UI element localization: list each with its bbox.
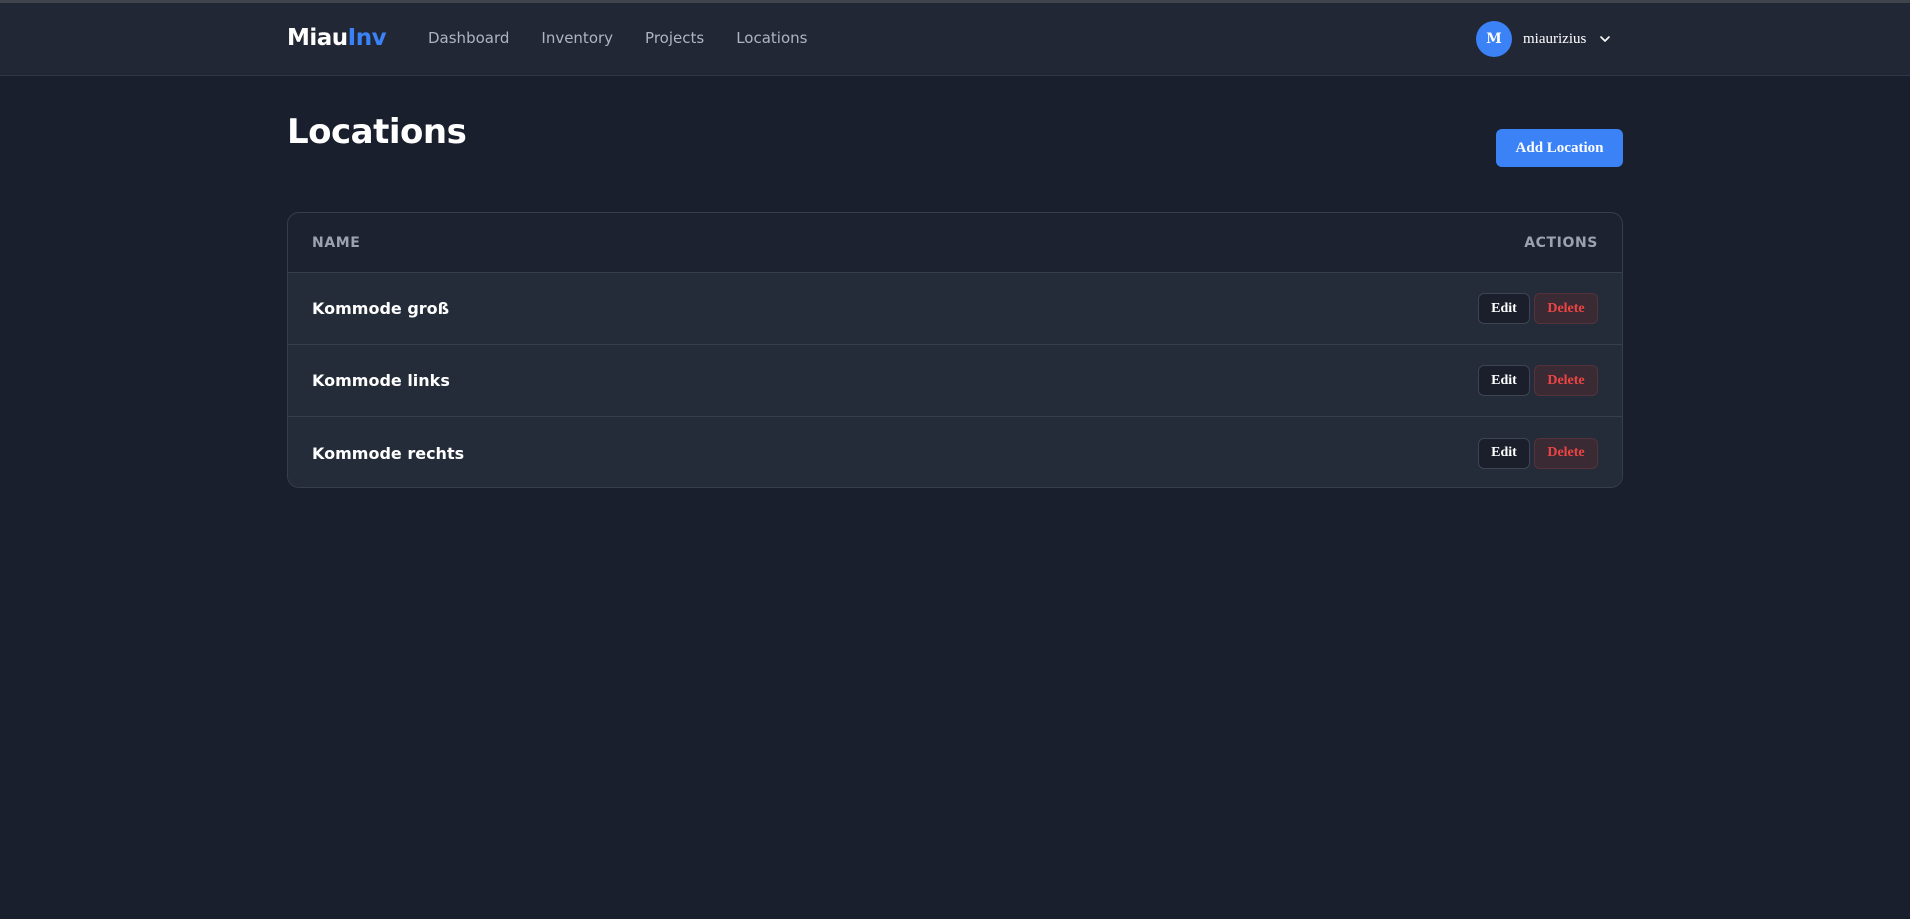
table-row: Kommode groß Edit Delete — [288, 273, 1622, 345]
nav-dashboard[interactable]: Dashboard — [428, 29, 509, 47]
edit-button[interactable]: Edit — [1478, 293, 1530, 324]
nav-locations[interactable]: Locations — [736, 29, 807, 47]
username: miaurizius — [1523, 30, 1587, 47]
column-header-name: NAME — [312, 234, 361, 251]
chevron-down-icon — [1600, 36, 1611, 42]
nav-projects[interactable]: Projects — [645, 29, 704, 47]
edit-button[interactable]: Edit — [1478, 365, 1530, 396]
table-header: NAME ACTIONS — [288, 213, 1622, 273]
add-location-button[interactable]: Add Location — [1496, 129, 1623, 167]
top-navbar: MiauInv Dashboard Inventory Projects Loc… — [0, 3, 1910, 76]
brand-logo[interactable]: MiauInv — [287, 25, 387, 51]
locations-table: NAME ACTIONS Kommode groß Edit Delete Ko… — [287, 212, 1623, 488]
delete-button[interactable]: Delete — [1534, 293, 1598, 324]
row-actions: Edit Delete — [1478, 293, 1598, 324]
nav-inventory[interactable]: Inventory — [541, 29, 613, 47]
avatar: M — [1476, 21, 1512, 57]
main-nav: Dashboard Inventory Projects Locations — [428, 29, 839, 47]
brand-part-2: Inv — [347, 25, 387, 51]
row-actions: Edit Delete — [1478, 365, 1598, 396]
brand-part-1: Miau — [287, 25, 348, 51]
page-title: Locations — [287, 112, 467, 152]
location-name: Kommode rechts — [312, 443, 465, 463]
user-menu[interactable]: M miaurizius — [1476, 21, 1612, 57]
row-actions: Edit Delete — [1478, 437, 1598, 469]
table-row: Kommode rechts Edit Delete — [288, 417, 1622, 487]
table-row: Kommode links Edit Delete — [288, 345, 1622, 417]
edit-button[interactable]: Edit — [1478, 437, 1530, 469]
delete-button[interactable]: Delete — [1534, 365, 1598, 396]
location-name: Kommode links — [312, 371, 450, 390]
location-name: Kommode groß — [312, 299, 450, 318]
delete-button[interactable]: Delete — [1534, 437, 1598, 469]
column-header-actions: ACTIONS — [1524, 234, 1598, 251]
